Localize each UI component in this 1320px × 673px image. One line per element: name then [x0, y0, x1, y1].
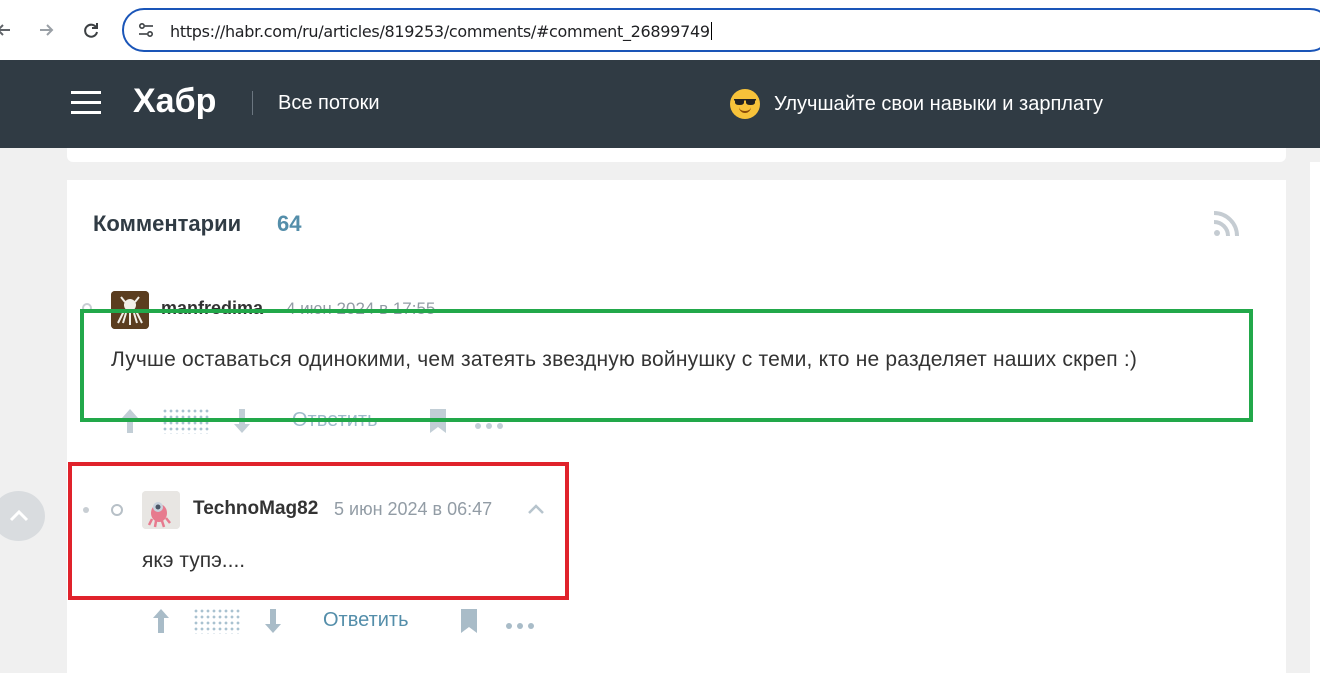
vote-up-icon[interactable] — [151, 607, 171, 635]
scroll-to-top-button[interactable] — [0, 491, 45, 541]
article-card-end — [67, 148, 1286, 162]
highlight-box-red — [68, 462, 569, 600]
url-text[interactable]: https://habr.com/ru/articles/819253/comm… — [170, 22, 712, 41]
all-flows-link[interactable]: Все потоки — [278, 92, 380, 115]
bookmark-icon[interactable] — [459, 608, 479, 634]
sunglasses-emoji-icon — [730, 89, 760, 119]
promo-link[interactable]: Улучшайте свои навыки и зарплату — [730, 88, 1103, 120]
comments-title: Комментарии — [93, 211, 242, 236]
back-arrow-icon[interactable] — [0, 18, 16, 42]
comments-count: 64 — [277, 211, 302, 236]
header-divider — [252, 91, 253, 115]
comment-score — [193, 608, 241, 634]
highlight-box-green — [80, 309, 1253, 422]
address-bar[interactable]: https://habr.com/ru/articles/819253/comm… — [122, 8, 1320, 52]
tune-icon[interactable] — [136, 20, 156, 40]
reply-button[interactable]: Ответить — [323, 609, 409, 632]
forward-arrow-icon[interactable] — [34, 18, 58, 42]
more-icon[interactable] — [505, 617, 535, 629]
vote-down-icon[interactable] — [263, 607, 283, 635]
site-header: Хабр Все потоки Улучшайте свои навыки и … — [0, 60, 1320, 148]
site-logo[interactable]: Хабр — [133, 82, 216, 121]
menu-icon[interactable] — [71, 91, 101, 115]
browser-toolbar: https://habr.com/ru/articles/819253/comm… — [0, 0, 1320, 60]
promo-text: Улучшайте свои навыки и зарплату — [774, 92, 1104, 115]
reload-icon[interactable] — [79, 18, 103, 42]
rss-icon[interactable] — [1212, 210, 1240, 238]
sidebar-card — [1310, 162, 1320, 673]
